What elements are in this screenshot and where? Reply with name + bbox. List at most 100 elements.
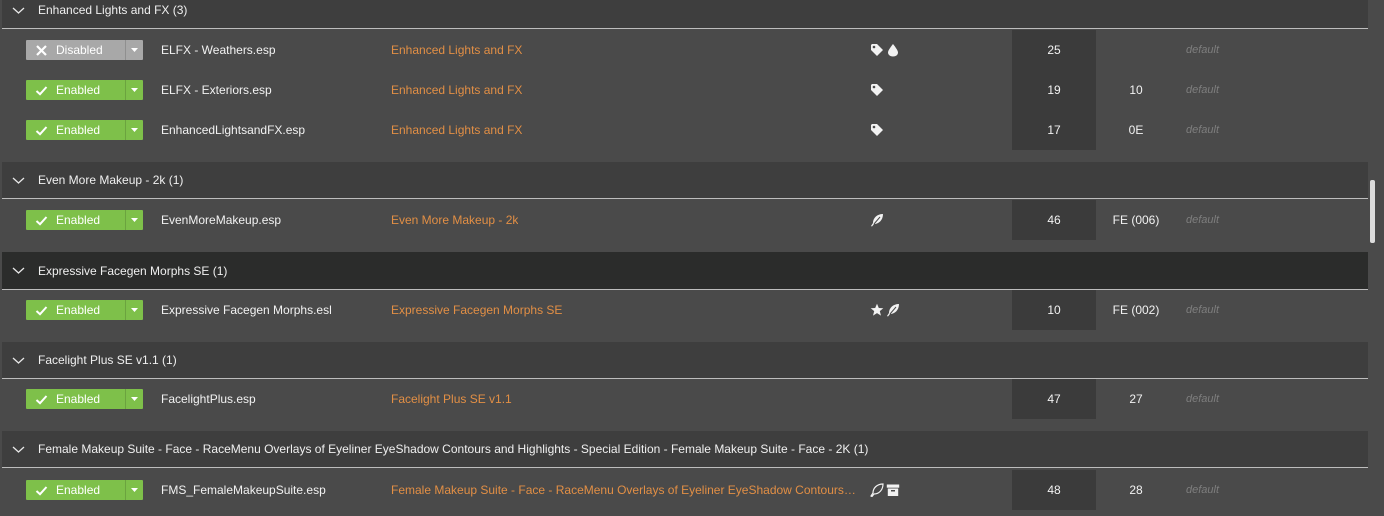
chevron-down-icon[interactable] [12,267,25,274]
deploy-status: default [1186,214,1220,226]
archive-icon [886,484,900,496]
deploy-status: default [1186,484,1220,496]
status-dropdown[interactable]: Enabled [26,120,143,140]
plugin-row[interactable]: Disabled ELFX - Weathers.esp Enhanced Li… [0,30,1370,70]
scrollbar-track[interactable] [1370,0,1384,516]
chevron-down-icon[interactable] [12,177,25,184]
tag-icon [871,124,883,136]
status-dropdown[interactable]: Enabled [26,389,143,409]
status-dropdown[interactable]: Enabled [26,210,143,230]
group-title: Expressive Facegen Morphs SE (1) [38,263,228,278]
plugin-filename: Expressive Facegen Morphs.esl [161,303,332,317]
deploy-status: default [1186,44,1220,56]
feather-outline-icon [870,483,884,497]
status-label: Enabled [56,213,101,227]
check-icon [35,85,48,96]
mod-name-link[interactable]: Female Makeup Suite - Face - RaceMenu Ov… [391,470,856,510]
load-order: 17 [1047,123,1061,137]
plugin-row[interactable]: Enabled ELFX - Exteriors.esp Enhanced Li… [0,70,1370,110]
chevron-down-icon[interactable] [12,446,25,453]
tag-icon [871,84,883,96]
status-dropdown[interactable]: Disabled [26,40,143,60]
mod-index [1096,30,1176,70]
caret-down-icon[interactable] [131,488,138,492]
drop-icon [888,44,898,57]
status-label: Enabled [56,123,101,137]
status-label: Enabled [56,303,101,317]
mod-name-link[interactable]: Enhanced Lights and FX [391,70,522,110]
plugin-flags [870,83,884,97]
plugin-row[interactable]: Enabled Expressive Facegen Morphs.esl Ex… [0,290,1370,330]
plugin-flags [870,123,884,137]
deploy-status: default [1186,84,1220,96]
load-order: 46 [1047,213,1061,227]
mod-name-link[interactable]: Enhanced Lights and FX [391,110,522,150]
load-order: 10 [1047,303,1061,317]
plugin-flags [870,43,900,57]
deploy-status: default [1186,304,1220,316]
close-icon [36,44,47,56]
caret-down-icon[interactable] [131,397,138,401]
check-icon [35,394,48,405]
check-icon [35,215,48,226]
mod-name-link[interactable]: Expressive Facegen Morphs SE [391,290,562,330]
caret-down-icon[interactable] [131,48,138,52]
caret-down-icon[interactable] [131,128,138,132]
caret-down-icon[interactable] [131,88,138,92]
plugin-filename: ELFX - Weathers.esp [161,43,276,57]
plugin-filename: EvenMoreMakeup.esp [161,213,282,227]
check-icon [35,125,48,136]
group-title: Facelight Plus SE v1.1 (1) [38,353,177,367]
mod-index: 0E [1128,123,1144,137]
plugin-row[interactable]: Enabled EnhancedLightsandFX.esp Enhanced… [0,110,1370,150]
group-title: Enhanced Lights and FX (3) [38,3,188,17]
scrollbar-thumb[interactable] [1370,180,1375,243]
deploy-status: default [1186,393,1220,405]
plugin-filename: FMS_FemaleMakeupSuite.esp [161,483,326,497]
mod-name-link[interactable]: Even More Makeup - 2k [391,200,518,240]
deploy-status: default [1186,124,1220,136]
status-dropdown[interactable]: Enabled [26,300,143,320]
group-header-female-makeup-suite[interactable]: Female Makeup Suite - Face - RaceMenu Ov… [2,431,1368,468]
check-icon [35,485,48,496]
status-label: Disabled [56,43,103,57]
plugin-flags [870,213,884,227]
plugin-list: Enhanced Lights and FX (3) Disabled ELFX… [0,0,1370,516]
feather-icon [871,214,883,227]
mod-index: 27 [1129,392,1143,406]
mod-index: FE (002) [1112,303,1160,317]
chevron-down-icon[interactable] [12,357,25,364]
status-label: Enabled [56,392,101,406]
caret-down-icon[interactable] [131,308,138,312]
status-label: Enabled [56,83,101,97]
group-title: Even More Makeup - 2k (1) [38,173,184,187]
plugin-row[interactable]: Enabled FMS_FemaleMakeupSuite.esp Female… [0,470,1370,510]
plugin-filename: EnhancedLightsandFX.esp [161,123,306,137]
status-label: Enabled [56,483,101,497]
load-order: 48 [1047,483,1061,497]
star-icon [870,303,884,316]
mod-index: 28 [1129,483,1143,497]
load-order: 19 [1047,83,1061,97]
mod-index: 10 [1129,83,1143,97]
plugin-filename: FacelightPlus.esp [161,392,256,406]
status-dropdown[interactable]: Enabled [26,80,143,100]
group-header-even-more-makeup[interactable]: Even More Makeup - 2k (1) [2,162,1368,199]
tag-icon [871,44,883,56]
plugin-row[interactable]: Enabled FacelightPlus.esp Facelight Plus… [0,379,1370,419]
group-header-facelight-plus[interactable]: Facelight Plus SE v1.1 (1) [2,342,1368,379]
load-order: 47 [1047,392,1061,406]
status-dropdown[interactable]: Enabled [26,480,143,500]
mod-name-link[interactable]: Enhanced Lights and FX [391,30,522,70]
group-header-expressive-facegen[interactable]: Expressive Facegen Morphs SE (1) [2,252,1368,290]
caret-down-icon[interactable] [131,218,138,222]
plugin-flags [870,303,900,317]
plugin-flags [870,483,900,497]
load-order: 25 [1047,43,1061,57]
chevron-down-icon[interactable] [12,7,25,14]
check-icon [35,305,48,316]
plugin-row[interactable]: Enabled EvenMoreMakeup.esp Even More Mak… [0,200,1370,240]
mod-name-link[interactable]: Facelight Plus SE v1.1 [391,379,512,419]
group-header-enhanced-lights[interactable]: Enhanced Lights and FX (3) [2,0,1368,29]
group-title: Female Makeup Suite - Face - RaceMenu Ov… [38,442,869,456]
